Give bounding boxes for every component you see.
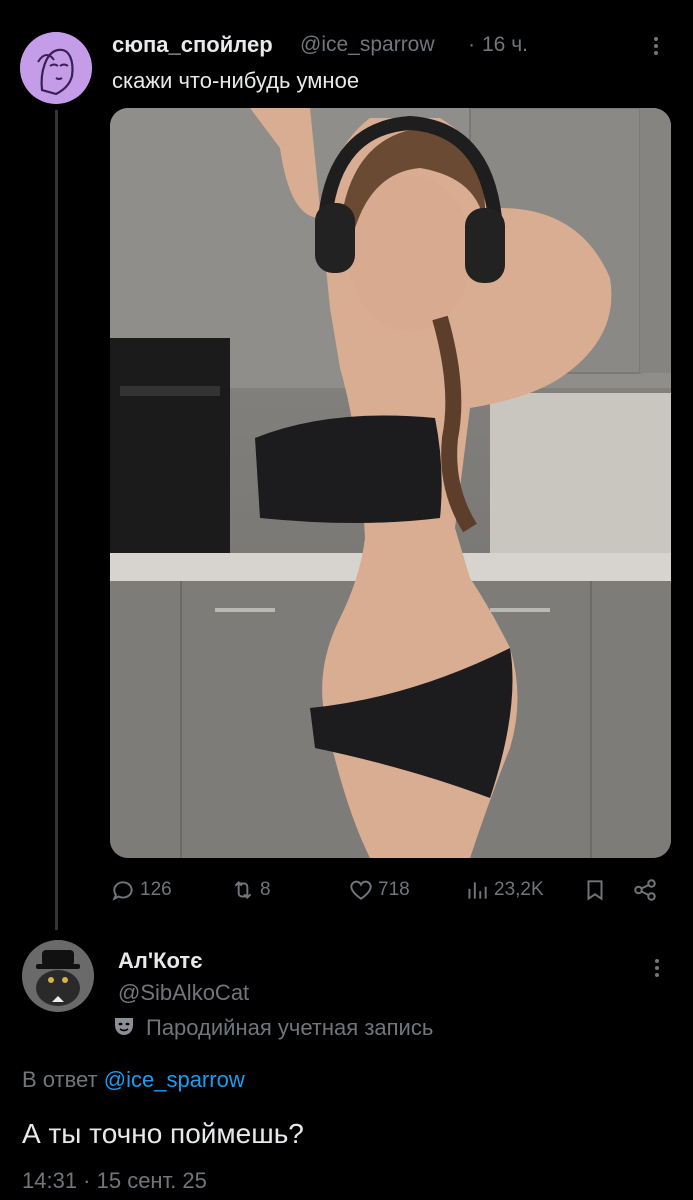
bookmark-icon [587,880,603,901]
like-button[interactable]: 718 [348,872,410,908]
bookmark-button[interactable] [582,872,608,908]
views-icon [468,882,487,899]
like-icon [350,880,372,900]
reply-icon [112,881,133,901]
reply-author-handle[interactable]: @SibAlkoCat [118,980,249,1006]
more-icon[interactable] [648,34,664,60]
author-avatar[interactable] [20,32,92,104]
views-count: 23,2K [494,879,544,900]
author-handle[interactable]: @ice_sparrow [300,33,435,57]
reply-text: А ты точно поймешь? [22,1118,304,1149]
retweet-count: 8 [260,879,271,900]
author-name[interactable]: сюпа_спойлер [112,32,273,58]
tweet-time[interactable]: 16 ч. [482,33,528,57]
reply-timestamp[interactable]: 14:31 · 15 сент. 25 [22,1168,207,1194]
share-button[interactable] [632,872,658,908]
share-icon [634,879,656,901]
reply-author-name[interactable]: Ал'Котє [118,948,202,974]
replying-to-prefix: В ответ [22,1067,98,1092]
replying-to-handle[interactable]: @ice_sparrow [104,1067,245,1092]
like-count: 718 [378,879,410,900]
reply-button[interactable]: 126 [110,872,172,908]
separator-dot: · [468,33,475,56]
reply-author-avatar[interactable] [22,940,94,1012]
tweet-photo[interactable] [110,108,671,858]
tweet-text: скажи что-нибудь умное [112,68,360,93]
more-icon[interactable] [649,956,665,982]
thread-line [55,110,58,930]
parody-badge-label: Пародийная учетная запись [146,1015,434,1040]
parody-mask-icon [112,1014,136,1038]
views-button[interactable]: 23,2K [464,872,544,908]
reply-count: 126 [140,879,172,900]
retweet-icon [234,881,252,899]
retweet-button[interactable]: 8 [230,872,271,908]
replying-to: В ответ @ice_sparrow [22,1067,245,1093]
